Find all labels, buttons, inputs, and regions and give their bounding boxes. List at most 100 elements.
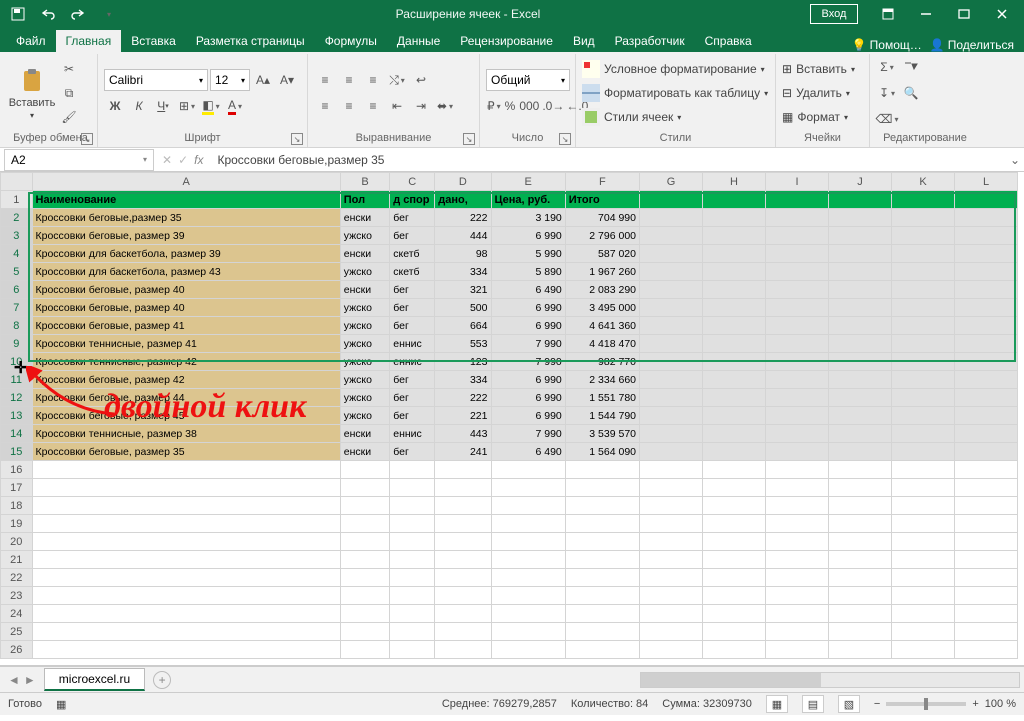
cell[interactable] (340, 641, 390, 659)
clear-icon[interactable]: ⌫ (876, 108, 898, 130)
cell[interactable]: Кроссовки беговые, размер 40 (32, 281, 340, 299)
cell[interactable] (829, 479, 892, 497)
cell[interactable] (640, 605, 703, 623)
cell[interactable] (829, 389, 892, 407)
cell[interactable]: 241 (435, 443, 491, 461)
cell[interactable]: бег (390, 209, 435, 227)
cell[interactable] (703, 281, 766, 299)
cell[interactable]: 1 967 260 (565, 263, 639, 281)
find-icon[interactable]: 🔍 (900, 82, 922, 104)
cell[interactable] (703, 407, 766, 425)
cell[interactable] (491, 587, 565, 605)
align-middle-icon[interactable]: ≡ (338, 69, 360, 91)
cell[interactable] (892, 281, 955, 299)
cell[interactable] (955, 209, 1018, 227)
cell[interactable] (766, 425, 829, 443)
sheet-nav-prev-icon[interactable]: ◄ (8, 673, 20, 687)
cell[interactable] (766, 515, 829, 533)
cell[interactable] (892, 479, 955, 497)
percent-icon[interactable]: % (504, 95, 517, 117)
cell[interactable] (955, 317, 1018, 335)
cell[interactable] (892, 353, 955, 371)
cell[interactable]: бег (390, 281, 435, 299)
cell[interactable] (703, 353, 766, 371)
cell[interactable] (829, 371, 892, 389)
cell[interactable] (32, 551, 340, 569)
cell[interactable] (955, 515, 1018, 533)
cell[interactable]: 221 (435, 407, 491, 425)
ribbon-options-icon[interactable] (870, 3, 906, 25)
cell[interactable] (640, 641, 703, 659)
cell[interactable] (766, 551, 829, 569)
number-launcher-icon[interactable]: ↘ (559, 133, 571, 145)
cell[interactable]: Кроссовки беговые, размер 35 (32, 443, 340, 461)
cell[interactable]: енски (340, 209, 390, 227)
cell[interactable] (829, 245, 892, 263)
cell[interactable] (640, 497, 703, 515)
col-header-B[interactable]: B (340, 173, 390, 191)
save-icon[interactable] (6, 3, 30, 25)
cell[interactable] (766, 569, 829, 587)
tab-данные[interactable]: Данные (387, 30, 450, 52)
cell[interactable] (32, 479, 340, 497)
cell[interactable] (892, 335, 955, 353)
cell[interactable] (766, 497, 829, 515)
cell[interactable] (565, 641, 639, 659)
cell[interactable] (435, 461, 491, 479)
signin-button[interactable]: Вход (810, 4, 858, 24)
cell[interactable] (390, 551, 435, 569)
cell[interactable]: 443 (435, 425, 491, 443)
cell[interactable] (829, 227, 892, 245)
row-header-2[interactable]: 2 (1, 209, 33, 227)
cell[interactable]: бег (390, 299, 435, 317)
normal-view-icon[interactable]: ▦ (766, 695, 788, 713)
italic-icon[interactable]: К (128, 95, 150, 117)
cell[interactable] (892, 245, 955, 263)
cell[interactable]: 1 564 090 (565, 443, 639, 461)
cell[interactable] (766, 371, 829, 389)
cell[interactable] (640, 317, 703, 335)
cell[interactable] (955, 461, 1018, 479)
cell[interactable] (892, 263, 955, 281)
cell[interactable] (955, 533, 1018, 551)
row-header-16[interactable]: 16 (1, 461, 33, 479)
copy-icon[interactable]: ⧉ (58, 82, 80, 104)
cell[interactable] (703, 569, 766, 587)
cell[interactable] (390, 533, 435, 551)
cell[interactable]: 2 334 660 (565, 371, 639, 389)
cell-styles-button[interactable]: Стили ячеек▾ (582, 105, 768, 129)
cell[interactable] (829, 191, 892, 209)
cell[interactable] (390, 497, 435, 515)
cell[interactable] (892, 227, 955, 245)
cell[interactable] (955, 245, 1018, 263)
cell[interactable] (703, 389, 766, 407)
cell[interactable] (766, 641, 829, 659)
cell[interactable] (491, 515, 565, 533)
cell[interactable] (892, 551, 955, 569)
cell[interactable]: Кроссовки беговые, размер 40 (32, 299, 340, 317)
tab-разметка страницы[interactable]: Разметка страницы (186, 30, 315, 52)
cell[interactable] (565, 569, 639, 587)
cell[interactable] (892, 443, 955, 461)
cell[interactable]: 5 990 (491, 245, 565, 263)
cell[interactable] (829, 515, 892, 533)
row-header-24[interactable]: 24 (1, 605, 33, 623)
cell[interactable]: 7 990 (491, 353, 565, 371)
col-header-J[interactable]: J (829, 173, 892, 191)
cell[interactable]: 6 490 (491, 281, 565, 299)
cell[interactable]: Кроссовки беговые, размер 45 (32, 407, 340, 425)
cell[interactable] (955, 425, 1018, 443)
cell[interactable] (32, 641, 340, 659)
cell[interactable] (703, 299, 766, 317)
cell[interactable]: ужско (340, 407, 390, 425)
cell[interactable] (640, 209, 703, 227)
cell[interactable]: ужско (340, 263, 390, 281)
cell[interactable] (829, 299, 892, 317)
cell[interactable]: 6 990 (491, 371, 565, 389)
row-header-12[interactable]: 12 (1, 389, 33, 407)
enter-formula-icon[interactable]: ✓ (178, 153, 188, 167)
cell[interactable] (565, 587, 639, 605)
row-header-18[interactable]: 18 (1, 497, 33, 515)
cell[interactable]: Цена, руб. (491, 191, 565, 209)
cell[interactable] (955, 353, 1018, 371)
